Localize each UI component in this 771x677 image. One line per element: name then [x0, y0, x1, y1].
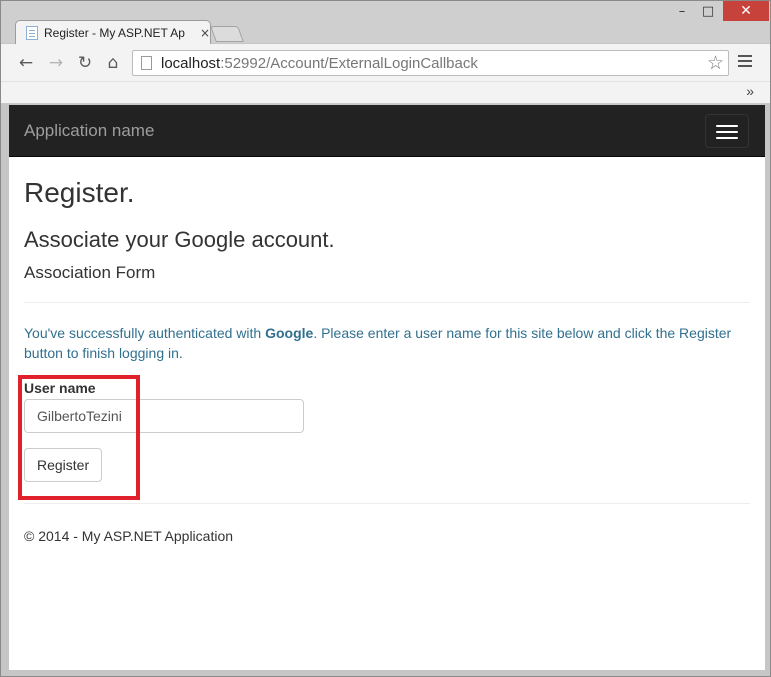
site-navbar: Application name	[9, 105, 765, 157]
url-host: localhost	[161, 54, 221, 72]
home-icon[interactable]: ⌂	[102, 53, 124, 73]
bookmarks-overflow-icon[interactable]: »	[746, 83, 754, 99]
page-title: Register.	[24, 177, 135, 208]
username-input[interactable]	[24, 399, 304, 433]
back-icon[interactable]: ←	[15, 53, 37, 73]
browser-window: – □ ✕ Register - My ASP.NET Ap × ← → ↻ ⌂…	[0, 0, 771, 677]
url-path: :52992/Account/ExternalLoginCallback	[220, 54, 478, 72]
page-subtitle: Associate your Google account.	[24, 227, 335, 252]
footer-text: © 2014 - My ASP.NET Application	[24, 528, 234, 544]
hamburger-icon[interactable]	[705, 114, 749, 148]
divider	[24, 302, 750, 303]
browser-tab[interactable]: Register - My ASP.NET Ap ×	[15, 20, 211, 45]
tab-close-icon[interactable]: ×	[200, 26, 210, 40]
browser-toolbar: ← → ↻ ⌂ localhost:52992/Account/External…	[1, 44, 770, 82]
menu-icon[interactable]	[738, 55, 752, 69]
info-message: You've successfully authenticated with G…	[24, 323, 750, 363]
brand-link[interactable]: Application name	[24, 121, 154, 141]
info-prefix: You've successfully authenticated with	[24, 325, 266, 341]
page-icon	[141, 56, 152, 70]
main-content: Register. Associate your Google account.…	[24, 157, 750, 546]
star-icon[interactable]: ☆	[707, 52, 724, 74]
close-window-button[interactable]: ✕	[723, 1, 769, 21]
footer-divider	[24, 503, 750, 504]
username-label: User name	[24, 380, 96, 396]
bookmarks-bar: »	[1, 82, 770, 104]
register-button[interactable]: Register	[24, 448, 103, 482]
tab-title: Register - My ASP.NET Ap	[44, 26, 185, 40]
forward-icon[interactable]: →	[45, 53, 67, 73]
info-provider: Google	[265, 325, 314, 341]
page-viewport: Application name Register. Associate you…	[9, 105, 765, 670]
form-heading: Association Form	[24, 263, 156, 282]
tab-page-icon	[26, 26, 38, 40]
maximize-button[interactable]: □	[695, 1, 721, 21]
address-bar[interactable]: localhost:52992/Account/ExternalLoginCal…	[132, 50, 729, 76]
new-tab-button[interactable]	[210, 26, 244, 42]
title-bar: – □ ✕ Register - My ASP.NET Ap ×	[1, 1, 770, 45]
minimize-button[interactable]: –	[669, 1, 695, 21]
reload-icon[interactable]: ↻	[74, 53, 96, 73]
